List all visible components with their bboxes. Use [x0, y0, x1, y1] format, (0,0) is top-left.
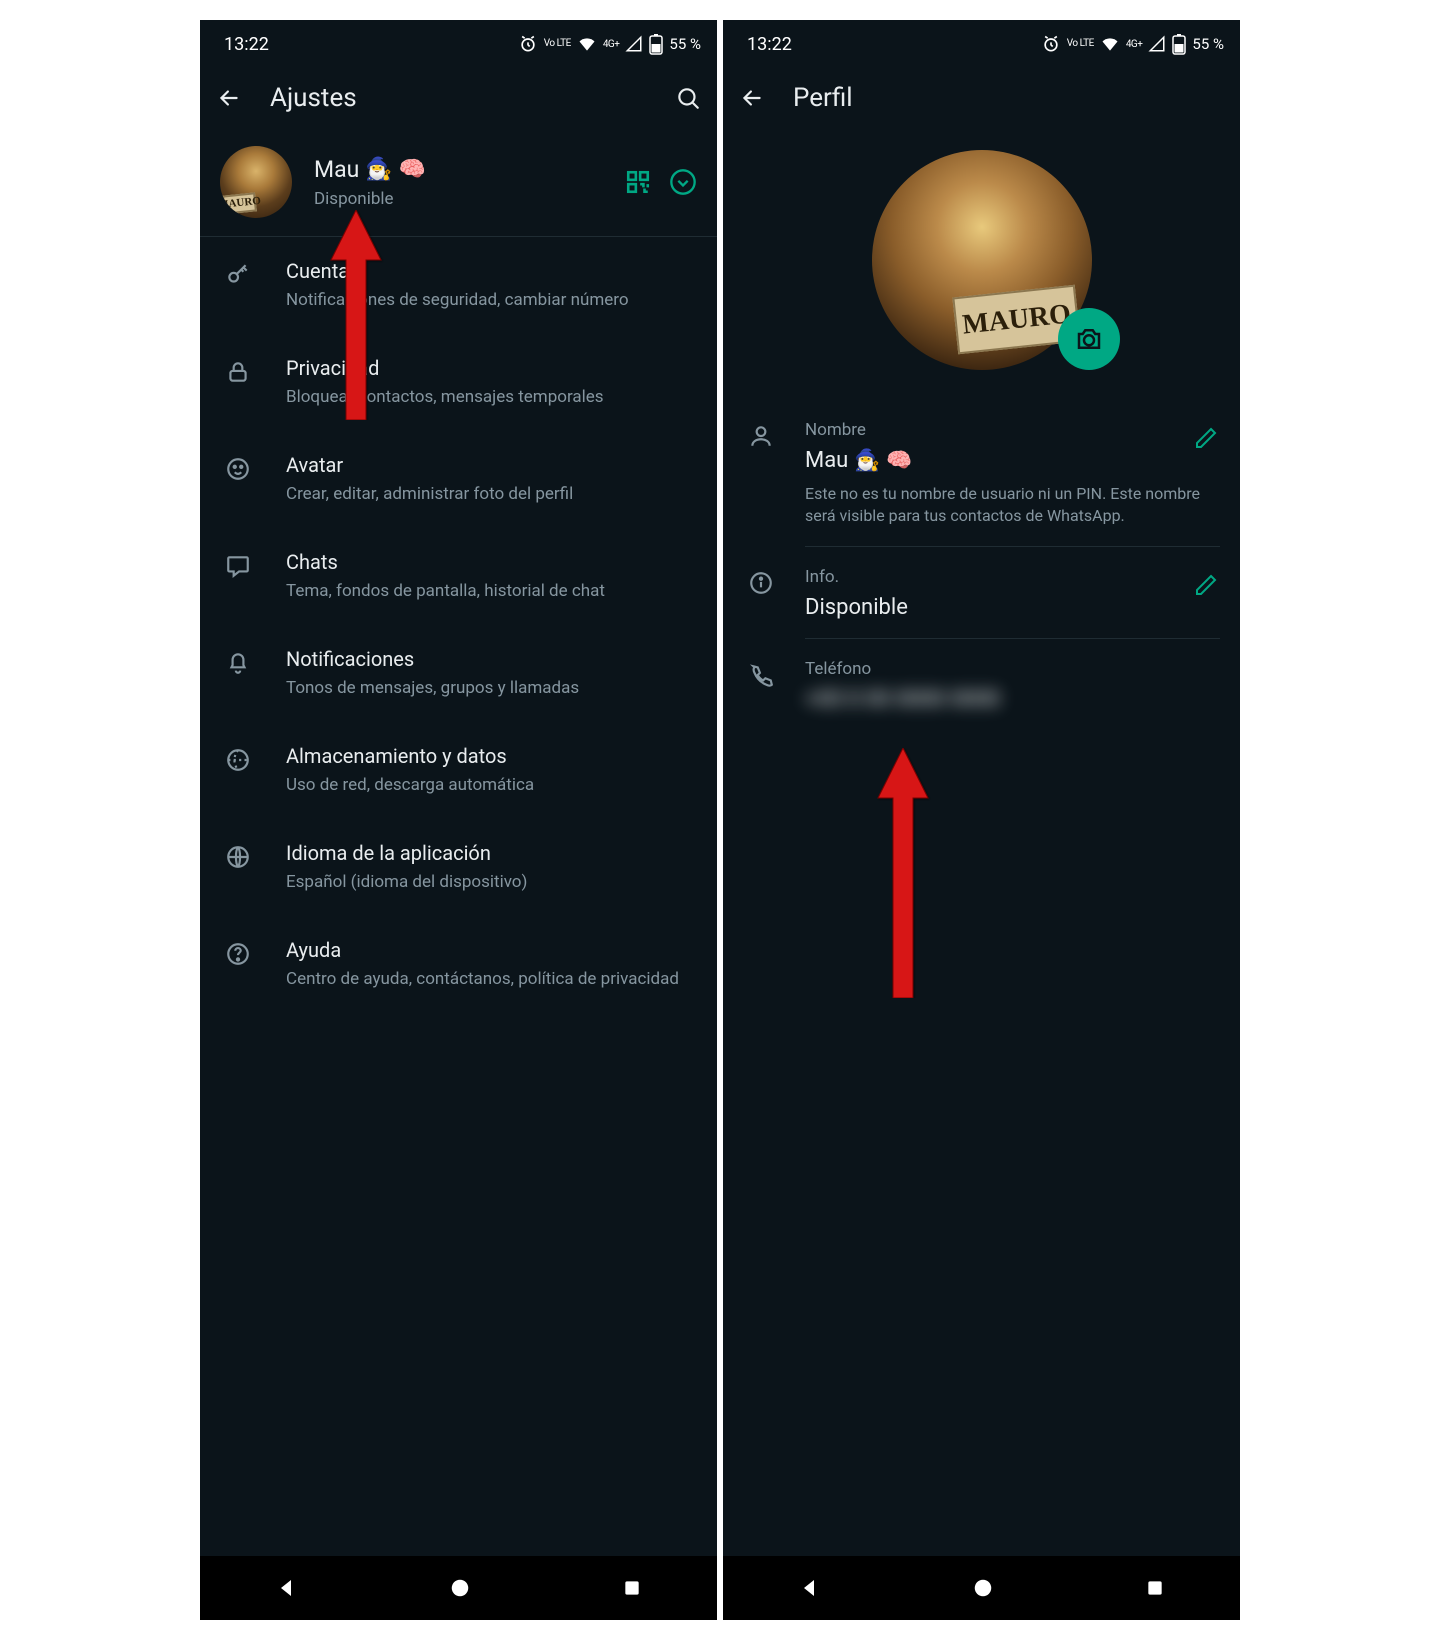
camera-icon: [1074, 324, 1104, 354]
settings-screen: 13:22 Vo LTE 4G+ 55 % Ajustes MAURO: [200, 20, 717, 1620]
edit-name-button[interactable]: [1194, 426, 1218, 454]
globe-icon: [225, 844, 251, 870]
profile-actions: [625, 168, 697, 196]
alarm-icon: [518, 34, 538, 54]
nav-home-icon[interactable]: [972, 1577, 994, 1599]
name-value: Mau 🧙‍♂️ 🧠: [805, 448, 1220, 473]
name-hint: Este no es tu nombre de usuario ni un PI…: [805, 483, 1220, 528]
network-indicator: 4G+: [1126, 39, 1143, 50]
info-icon: [748, 570, 774, 596]
page-title: Perfil: [793, 83, 1224, 113]
settings-item-privacy[interactable]: PrivacidadBloquear contactos, mensajes t…: [200, 334, 717, 431]
settings-item-avatar[interactable]: AvatarCrear, editar, administrar foto de…: [200, 431, 717, 528]
status-icons: Vo LTE 4G+ 55 %: [518, 33, 701, 55]
battery-icon: [649, 33, 663, 55]
edit-info-button[interactable]: [1194, 573, 1218, 601]
settings-item-account[interactable]: CuentaNotificaciones de seguridad, cambi…: [200, 237, 717, 334]
signal-icon: [1148, 35, 1166, 53]
lock-icon: [225, 359, 251, 385]
help-icon: [225, 941, 251, 967]
nav-recent-icon[interactable]: [622, 1578, 642, 1598]
phone-field[interactable]: Teléfono +00 0 00 0000 0000: [723, 639, 1240, 730]
status-time: 13:22: [747, 34, 792, 55]
battery-percent: 55 %: [669, 35, 701, 53]
profile-text: Mau 🧙‍♂️ 🧠 Disponible: [314, 156, 595, 209]
phone-value: +00 0 00 0000 0000: [805, 687, 1220, 712]
phone-label: Teléfono: [805, 659, 1220, 679]
status-bar: 13:22 Vo LTE 4G+ 55 %: [200, 20, 717, 68]
chevron-down-circle-icon[interactable]: [669, 168, 697, 196]
wifi-icon: [577, 34, 597, 54]
volte-indicator: Vo LTE: [544, 39, 571, 49]
page-title: Ajustes: [270, 83, 647, 113]
change-photo-button[interactable]: [1058, 308, 1120, 370]
nav-home-icon[interactable]: [449, 1577, 471, 1599]
nav-recent-icon[interactable]: [1145, 1578, 1165, 1598]
bell-icon: [225, 650, 251, 676]
status-bar: 13:22 Vo LTE 4G+ 55 %: [723, 20, 1240, 68]
avatar: MAURO: [220, 146, 292, 218]
title-bar: Perfil: [723, 68, 1240, 128]
settings-list: CuentaNotificaciones de seguridad, cambi…: [200, 237, 717, 1013]
back-icon[interactable]: [216, 85, 242, 111]
settings-item-language[interactable]: Idioma de la aplicaciónEspañol (idioma d…: [200, 819, 717, 916]
profile-photo-section: MAURO: [723, 128, 1240, 400]
avatar-sign: MAURO: [222, 192, 257, 214]
status-icons: Vo LTE 4G+ 55 %: [1041, 33, 1224, 55]
settings-item-notifications[interactable]: NotificacionesTonos de mensajes, grupos …: [200, 625, 717, 722]
volte-indicator: Vo LTE: [1067, 39, 1094, 49]
qr-icon[interactable]: [625, 169, 651, 195]
search-icon[interactable]: [675, 85, 701, 111]
status-time: 13:22: [224, 34, 269, 55]
wifi-icon: [1100, 34, 1120, 54]
data-icon: [225, 747, 251, 773]
alarm-icon: [1041, 34, 1061, 54]
info-label: Info.: [805, 567, 1220, 587]
battery-icon: [1172, 33, 1186, 55]
annotation-arrow: [873, 748, 933, 998]
settings-item-storage[interactable]: Almacenamiento y datosUso de red, descar…: [200, 722, 717, 819]
name-label: Nombre: [805, 420, 1220, 440]
info-field[interactable]: Info. Disponible: [723, 547, 1240, 638]
signal-icon: [625, 35, 643, 53]
profile-screen: 13:22 Vo LTE 4G+ 55 % Perfil MAURO: [723, 20, 1240, 1620]
face-icon: [225, 456, 251, 482]
back-icon[interactable]: [739, 85, 765, 111]
chat-icon: [225, 553, 251, 579]
profile-name: Mau 🧙‍♂️ 🧠: [314, 156, 595, 183]
nav-back-icon[interactable]: [275, 1576, 299, 1600]
info-value: Disponible: [805, 595, 1220, 620]
battery-percent: 55 %: [1192, 35, 1224, 53]
profile-status: Disponible: [314, 189, 595, 209]
pencil-icon: [1194, 426, 1218, 450]
profile-row[interactable]: MAURO Mau 🧙‍♂️ 🧠 Disponible: [200, 128, 717, 237]
phone-icon: [748, 662, 774, 688]
name-field[interactable]: Nombre Mau 🧙‍♂️ 🧠 Este no es tu nombre d…: [723, 400, 1240, 546]
title-bar: Ajustes: [200, 68, 717, 128]
nav-bar: [200, 1556, 717, 1620]
settings-item-chats[interactable]: ChatsTema, fondos de pantalla, historial…: [200, 528, 717, 625]
nav-bar: [723, 1556, 1240, 1620]
settings-item-help[interactable]: AyudaCentro de ayuda, contáctanos, polít…: [200, 916, 717, 1013]
network-indicator: 4G+: [603, 39, 620, 50]
person-icon: [748, 423, 774, 449]
pencil-icon: [1194, 573, 1218, 597]
nav-back-icon[interactable]: [798, 1576, 822, 1600]
key-icon: [225, 262, 251, 288]
